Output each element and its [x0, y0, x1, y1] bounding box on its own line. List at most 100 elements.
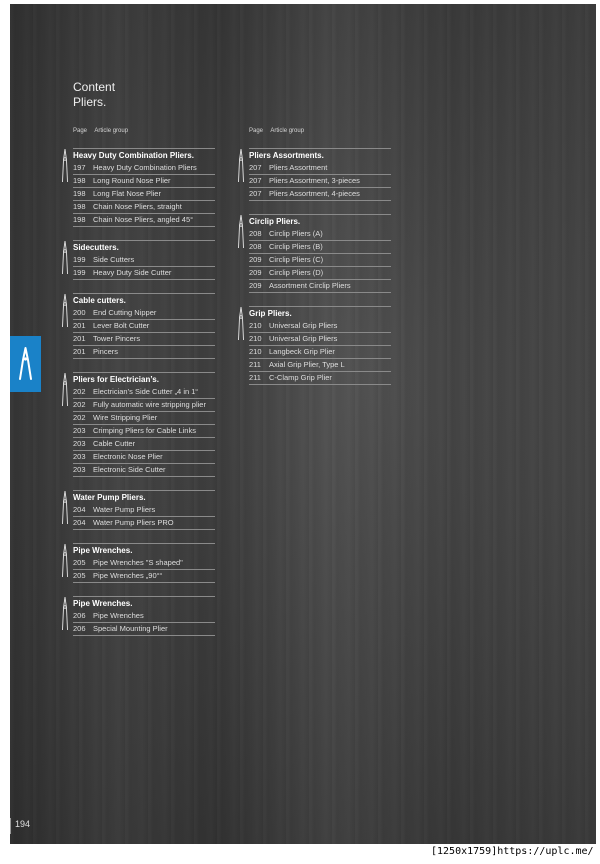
list-item[interactable]: 203 Electronic Nose Plier [73, 451, 215, 464]
list-item[interactable]: 199 Heavy Duty Side Cutter [73, 267, 215, 280]
item-page-number: 201 [73, 334, 86, 343]
item-page-number: 202 [73, 387, 86, 396]
group-title[interactable]: Sidecutters. [73, 240, 215, 254]
item-page-number: 202 [73, 413, 86, 422]
list-item[interactable]: 205 Pipe Wrenches „90°“ [73, 570, 215, 583]
list-item[interactable]: 210 Universal Grip Pliers [249, 333, 391, 346]
list-item[interactable]: 209 Circlip Pliers (C) [249, 254, 391, 267]
item-page-number: 198 [73, 176, 86, 185]
item-name: Tower Pincers [93, 334, 141, 343]
item-page-number: 206 [73, 611, 86, 620]
item-page-number: 200 [73, 308, 86, 317]
item-name: Circlip Pliers (D) [269, 268, 324, 277]
list-item[interactable]: 203 Cable Cutter [73, 438, 215, 451]
article-group: Pipe Wrenches. 206 Pipe Wrenches 206 Special… [62, 596, 215, 636]
item-name: Long Round Nose Plier [93, 176, 171, 185]
list-item[interactable]: 202 Electrician’s Side Cutter „4 in 1“ [73, 386, 215, 399]
section-tab[interactable] [10, 336, 41, 392]
list-item[interactable]: 206 Pipe Wrenches [73, 610, 215, 623]
list-item[interactable]: 197 Heavy Duty Combination Pliers [73, 162, 215, 175]
article-group: Circlip Pliers. 208 Circlip Pliers (A) 208 C… [238, 214, 391, 293]
item-page-number: 197 [73, 163, 86, 172]
list-item[interactable]: 208 Circlip Pliers (A) [249, 228, 391, 241]
list-item[interactable]: 211 C-Clamp Grip Plier [249, 372, 391, 385]
combination-pliers-icon [59, 148, 71, 184]
item-page-number: 199 [73, 255, 86, 264]
item-page-number: 201 [73, 347, 86, 356]
group-title[interactable]: Cable cutters. [73, 293, 215, 307]
list-item[interactable]: 202 Fully automatic wire stripping plier [73, 399, 215, 412]
list-item[interactable]: 200 End Cutting Nipper [73, 307, 215, 320]
item-page-number: 204 [73, 505, 86, 514]
column-header-group: Article group [270, 128, 305, 134]
list-item[interactable]: 199 Side Cutters [73, 254, 215, 267]
item-page-number: 208 [249, 229, 262, 238]
list-item[interactable]: 207 Pliers Assortment, 4-pieces [249, 188, 391, 201]
list-item[interactable]: 208 Circlip Pliers (B) [249, 241, 391, 254]
item-name: Heavy Duty Combination Pliers [93, 163, 197, 172]
list-item[interactable]: 211 Axial Grip Plier, Type L [249, 359, 391, 372]
list-item[interactable]: 205 Pipe Wrenches "S shaped" [73, 557, 215, 570]
item-page-number: 210 [249, 321, 262, 330]
item-name: Universal Grip Pliers [269, 321, 338, 330]
group-title[interactable]: Pliers for Electrician’s. [73, 372, 215, 386]
side-cutter-icon [59, 240, 71, 276]
item-name: Side Cutters [93, 255, 135, 264]
item-page-number: 198 [73, 189, 86, 198]
water-pump-pliers-icon [59, 490, 71, 526]
group-title[interactable]: Heavy Duty Combination Pliers. [73, 148, 215, 162]
item-name: Circlip Pliers (C) [269, 255, 324, 264]
list-item[interactable]: 204 Water Pump Pliers [73, 504, 215, 517]
group-title[interactable]: Grip Pliers. [249, 306, 391, 320]
item-page-number: 211 [249, 373, 261, 382]
article-group: Sidecutters. 199 Side Cutters 199 Heavy Duty… [62, 240, 215, 280]
list-item[interactable]: 204 Water Pump Pliers PRO [73, 517, 215, 530]
list-item[interactable]: 198 Long Round Nose Plier [73, 175, 215, 188]
item-name: Heavy Duty Side Cutter [93, 268, 172, 277]
list-item[interactable]: 198 Chain Nose Pliers, straight [73, 201, 215, 214]
group-title[interactable]: Water Pump Pliers. [73, 490, 215, 504]
article-group: Heavy Duty Combination Pliers. 197 Heavy D… [62, 148, 215, 227]
item-page-number: 198 [73, 202, 86, 211]
list-item[interactable]: 201 Tower Pincers [73, 333, 215, 346]
list-item[interactable]: 203 Electronic Side Cutter [73, 464, 215, 477]
list-item[interactable]: 210 Langbeck Grip Plier [249, 346, 391, 359]
group-title[interactable]: Pipe Wrenches. [73, 543, 215, 557]
article-group: Pliers for Electrician’s. 202 Electrician’… [62, 372, 215, 477]
list-item[interactable]: 201 Lever Bolt Cutter [73, 320, 215, 333]
list-item[interactable]: 198 Chain Nose Pliers, angled 45° [73, 214, 215, 227]
list-item[interactable]: 207 Pliers Assortment [249, 162, 391, 175]
list-item[interactable]: 203 Crimping Pliers for Cable Links [73, 425, 215, 438]
page-number: 194 [10, 818, 30, 834]
item-name: Fully automatic wire stripping plier [93, 400, 206, 409]
list-item[interactable]: 209 Assortment Circlip Pliers [249, 280, 391, 293]
item-name: Wire Stripping Plier [93, 413, 158, 422]
group-title[interactable]: Pliers Assortments. [249, 148, 391, 162]
list-item[interactable]: 206 Special Mounting Plier [73, 623, 215, 636]
circlip-pliers-icon [235, 214, 247, 250]
item-page-number: 201 [73, 321, 86, 330]
column-header-group: Article group [94, 128, 129, 134]
item-page-number: 205 [73, 571, 86, 580]
item-name: C-Clamp Grip Plier [269, 373, 332, 382]
item-page-number: 202 [73, 400, 86, 409]
pipe-wrench-s-icon [59, 543, 71, 579]
left-column: Page Article group Heavy Duty Combinatio… [62, 128, 215, 649]
group-title[interactable]: Pipe Wrenches. [73, 596, 215, 610]
list-item[interactable]: 201 Pincers [73, 346, 215, 359]
item-page-number: 207 [249, 176, 262, 185]
item-name: Chain Nose Pliers, straight [93, 202, 182, 211]
right-column: Page Article group Pliers Assortments. 20… [238, 128, 391, 398]
list-item[interactable]: 198 Long Flat Nose Plier [73, 188, 215, 201]
list-item[interactable]: 209 Circlip Pliers (D) [249, 267, 391, 280]
list-item[interactable]: 202 Wire Stripping Plier [73, 412, 215, 425]
item-name: Pliers Assortment, 3-pieces [269, 176, 360, 185]
group-title[interactable]: Circlip Pliers. [249, 214, 391, 228]
item-page-number: 210 [249, 347, 262, 356]
list-item[interactable]: 207 Pliers Assortment, 3-pieces [249, 175, 391, 188]
column-header-page: Page [73, 128, 88, 134]
electrician-pliers-icon [59, 372, 71, 408]
column-header: Page Article group [73, 128, 215, 148]
list-item[interactable]: 210 Universal Grip Pliers [249, 320, 391, 333]
grip-pliers-icon [235, 306, 247, 342]
